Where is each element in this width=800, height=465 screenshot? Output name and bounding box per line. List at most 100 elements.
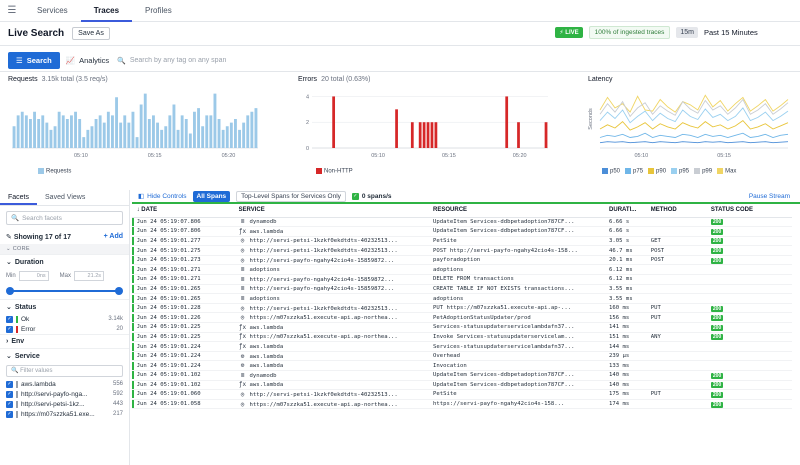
legend-item-p90[interactable]: p90 — [648, 168, 666, 175]
pause-stream-button[interactable]: Pause Stream — [749, 193, 790, 200]
duration-max-input[interactable]: 21.2s — [74, 271, 105, 281]
table-row[interactable]: Jun 24 05:19:01.224 ⚙ aws.lambda Overhead 23… — [132, 351, 792, 362]
duration-min-input[interactable]: 0ns — [18, 271, 49, 281]
search-input[interactable] — [129, 57, 430, 64]
row-date: Jun 24 05:19:01.265 — [136, 284, 239, 295]
table-row[interactable]: Jun 24 05:19:01.225 ƒx aws.lambda Services-… — [132, 322, 792, 333]
filter-values-input[interactable]: 🔍 Filter values — [6, 365, 123, 377]
col-duration[interactable]: DURATI... — [609, 204, 651, 218]
service-facet-row[interactable]: ✓ https://m07szzka51.exe... 217 — [0, 409, 129, 419]
legend-item-p75[interactable]: p75 — [625, 168, 643, 175]
hide-controls-button[interactable]: ◧ Hide Controls — [138, 192, 187, 201]
series-line-p99 — [599, 98, 789, 118]
top-level-spans-toggle[interactable]: Top-Level Spans for Services Only — [236, 190, 346, 202]
tab-saved-views[interactable]: Saved Views — [37, 190, 93, 205]
bar — [197, 108, 200, 148]
facet-search-input[interactable] — [22, 214, 118, 222]
checkbox-error[interactable]: ✓ — [6, 325, 13, 333]
service-facet-row[interactable]: ✓ aws.lambda 556 — [0, 379, 129, 389]
row-service: ◎ https://m07szzka51.execute-api.ap-north… — [238, 312, 434, 324]
table-row[interactable]: Jun 24 05:19:01.102 ƒx aws.lambda UpdateIte… — [132, 380, 792, 391]
slider-max-handle[interactable] — [115, 287, 123, 295]
duration-slider[interactable] — [6, 287, 123, 295]
legend-item-p99[interactable]: p99 — [694, 168, 712, 175]
service-facet-header[interactable]: ⌄ Service — [0, 348, 129, 363]
legend-item-max[interactable]: Max — [717, 168, 736, 175]
chevron-down-icon: ⌄ — [6, 259, 12, 266]
row-duration: 133 ms — [609, 360, 651, 371]
analytics-button[interactable]: 📈 Analytics — [66, 56, 109, 65]
table-row[interactable]: Jun 24 05:19:01.271 ≣ http://servi-payfo-n… — [132, 274, 792, 285]
slider-min-handle[interactable] — [6, 287, 14, 295]
checkbox-service[interactable]: ✓ — [6, 400, 13, 408]
tab-facets[interactable]: Facets — [0, 190, 38, 205]
bar — [246, 115, 250, 148]
tab-profiles[interactable]: Profiles — [132, 0, 185, 22]
globe-icon: ◎ — [240, 304, 245, 312]
table-row[interactable]: Jun 24 05:19:01.265 ≣ adoptions adoptions 3.… — [132, 293, 792, 304]
row-resource: Invoke Services-statusupdaterservicelam.… — [433, 332, 610, 343]
row-status-code — [710, 360, 792, 371]
service-facet-row[interactable]: ✓ http://servi-petsi-1kz... 443 — [0, 399, 129, 409]
table-row[interactable]: Jun 24 05:19:01.275 ◎ http://servi-petsi-1… — [132, 245, 792, 256]
table-row[interactable]: Jun 24 05:19:07.806 ƒx aws.lambda UpdateIte… — [132, 226, 792, 237]
status-ok-row[interactable]: ✓ Ok 3.14k — [0, 314, 129, 324]
col-service[interactable]: SERVICE — [238, 204, 434, 218]
checkbox-service[interactable]: ✓ — [6, 390, 13, 398]
checkbox-service[interactable]: ✓ — [6, 410, 13, 418]
service-facet-row[interactable]: ✓ http://servi-payfo-nga... 592 — [0, 389, 129, 399]
legend-swatch — [717, 168, 724, 174]
checkbox-service[interactable]: ✓ — [6, 380, 13, 388]
col-status-code[interactable]: STATUS CODE — [710, 204, 792, 218]
requests-legend: Requests — [38, 168, 71, 175]
filter-menu-icon[interactable]: ☰ — [0, 5, 24, 16]
bar — [70, 115, 73, 148]
time-range-picker[interactable]: Past 15 Minutes — [704, 28, 792, 37]
row-date: Jun 24 05:19:01.102 — [136, 370, 239, 381]
lambda-icon: ƒx — [238, 333, 247, 341]
table-row[interactable]: Jun 24 05:19:07.806 ≣ dynamodb UpdateItem S… — [132, 217, 792, 228]
table-row[interactable]: Jun 24 05:19:01.277 ◎ http://servi-petsi-1… — [132, 236, 792, 247]
analytics-button-label: Analytics — [79, 56, 110, 65]
status-error-row[interactable]: ✓ Error 20 — [0, 324, 129, 334]
row-method — [650, 284, 711, 295]
add-facet-button[interactable]: + Add — [104, 233, 123, 241]
gears-icon: ⚙ — [240, 362, 245, 370]
legend-item-p95[interactable]: p95 — [671, 168, 689, 175]
duration-title: Duration — [14, 258, 44, 266]
legend-item-p50[interactable]: p50 — [602, 168, 620, 175]
duration-facet-header[interactable]: ⌄ Duration — [0, 254, 129, 269]
col-method[interactable]: METHOD — [650, 204, 711, 218]
table-row[interactable]: Jun 24 05:19:01.271 ≣ adoptions adoptions 6.… — [132, 264, 792, 276]
table-row[interactable]: Jun 24 05:19:01.265 ≣ http://servi-payfo-n… — [132, 284, 792, 295]
col-date[interactable]: ↓ DATE — [136, 204, 239, 218]
requests-bar-chart: 05:10 05:15 05:20 — [12, 93, 258, 159]
search-button[interactable]: ☰ Search — [8, 52, 60, 69]
table-row[interactable]: Jun 24 05:19:01.224 ⚙ aws.lambda Invocation… — [132, 360, 792, 371]
save-as-button[interactable]: Save As — [72, 27, 110, 40]
table-row[interactable]: Jun 24 05:19:01.228 ◎ http://servi-petsi-1… — [132, 303, 792, 314]
row-date: Jun 24 05:19:01.224 — [136, 360, 239, 371]
tab-traces[interactable]: Traces — [80, 0, 133, 22]
checkbox-ok[interactable]: ✓ — [6, 315, 13, 323]
status-facet-header[interactable]: ⌄ Status — [0, 299, 129, 314]
database-icon: ≣ — [240, 266, 245, 274]
y-axis-label: Seconds — [588, 108, 594, 130]
service-facet-label: http://servi-payfo-nga... — [21, 390, 88, 398]
table-row[interactable]: Jun 24 05:19:01.226 ◎ https://m07szzka51.e… — [132, 312, 792, 324]
row-duration: 175 ms — [609, 389, 651, 400]
tab-services[interactable]: Services — [24, 0, 81, 22]
table-row[interactable]: Jun 24 05:19:01.060 ◎ http://servi-petsi-1… — [132, 389, 792, 400]
table-row[interactable]: Jun 24 05:19:01.224 ƒx aws.lambda Services-… — [132, 341, 792, 352]
table-row[interactable]: Jun 24 05:19:01.225 ƒx https://m07szzka51.… — [132, 332, 792, 343]
bar — [176, 129, 180, 148]
ingested-traces-badge[interactable]: 100% of ingested traces — [588, 26, 671, 39]
table-row[interactable]: Jun 24 05:19:01.102 ≣ dynamodb UpdateItem S… — [132, 370, 792, 381]
all-spans-toggle[interactable]: All Spans — [192, 190, 231, 202]
table-row[interactable]: Jun 24 05:19:01.273 ◎ http://servi-payfo-n… — [132, 255, 792, 266]
time-abbr[interactable]: 15m — [676, 27, 698, 38]
col-resource[interactable]: RESOURCE — [433, 204, 610, 218]
row-date: Jun 24 05:19:01.265 — [136, 293, 239, 304]
table-row[interactable]: Jun 24 05:19:01.058 ◎ https://m07szzka51.e… — [132, 399, 792, 410]
env-facet-header[interactable]: › Env — [0, 334, 129, 348]
